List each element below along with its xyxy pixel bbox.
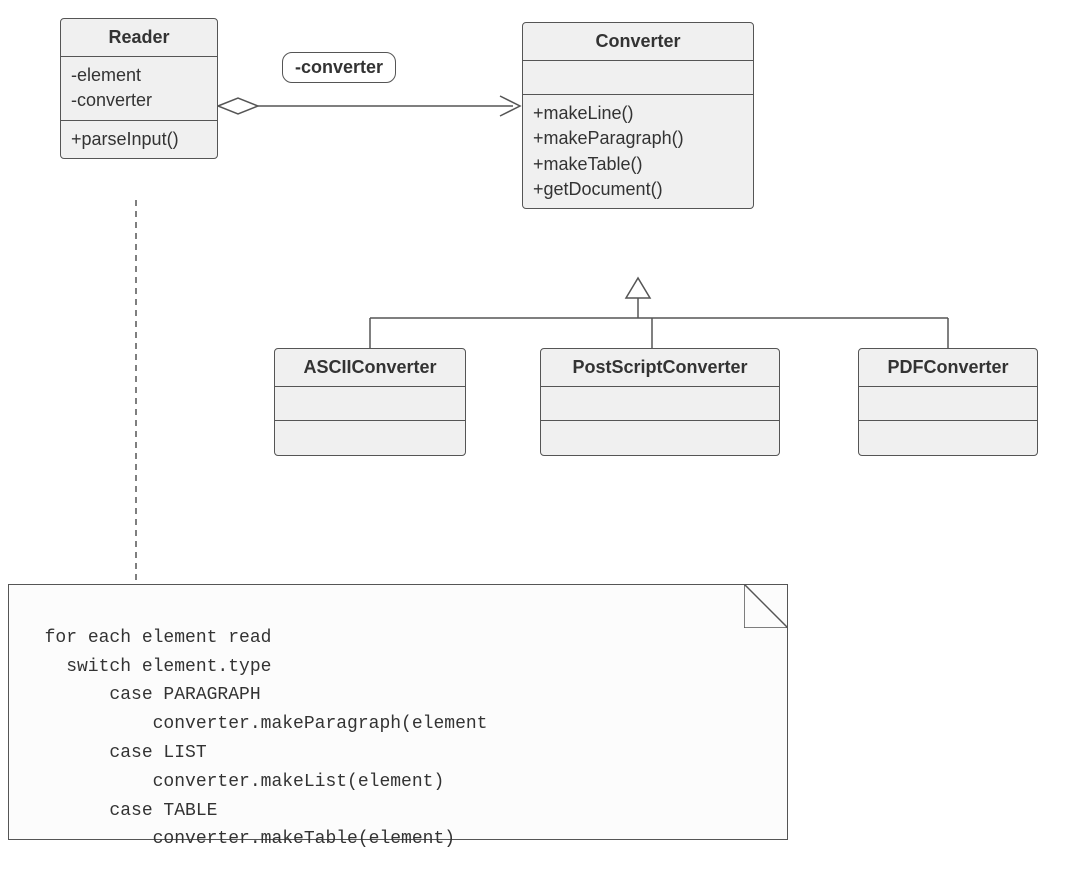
class-converter-attrs <box>523 61 753 95</box>
class-reader-attrs: -element -converter <box>61 57 217 120</box>
class-reader-ops: +parseInput() <box>61 121 217 158</box>
class-ascii: ASCIIConverter <box>274 348 466 456</box>
class-ps-ops <box>541 421 779 455</box>
class-ascii-attrs <box>275 387 465 421</box>
class-ps-title: PostScriptConverter <box>541 349 779 387</box>
note-box: for each element read switch element.typ… <box>8 584 788 840</box>
class-pdf-title: PDFConverter <box>859 349 1037 387</box>
class-pdf-ops <box>859 421 1037 455</box>
class-ascii-title: ASCIIConverter <box>275 349 465 387</box>
class-converter-title: Converter <box>523 23 753 61</box>
note-fold-icon <box>744 584 788 628</box>
class-ps: PostScriptConverter <box>540 348 780 456</box>
note-code: for each element read switch element.typ… <box>23 628 487 850</box>
class-reader-title: Reader <box>61 19 217 57</box>
class-converter-ops: +makeLine() +makeParagraph() +makeTable(… <box>523 95 753 208</box>
association-label: -converter <box>282 52 396 83</box>
class-pdf: PDFConverter <box>858 348 1038 456</box>
class-ascii-ops <box>275 421 465 455</box>
class-ps-attrs <box>541 387 779 421</box>
class-converter: Converter +makeLine() +makeParagraph() +… <box>522 22 754 209</box>
class-reader: Reader -element -converter +parseInput() <box>60 18 218 159</box>
class-pdf-attrs <box>859 387 1037 421</box>
